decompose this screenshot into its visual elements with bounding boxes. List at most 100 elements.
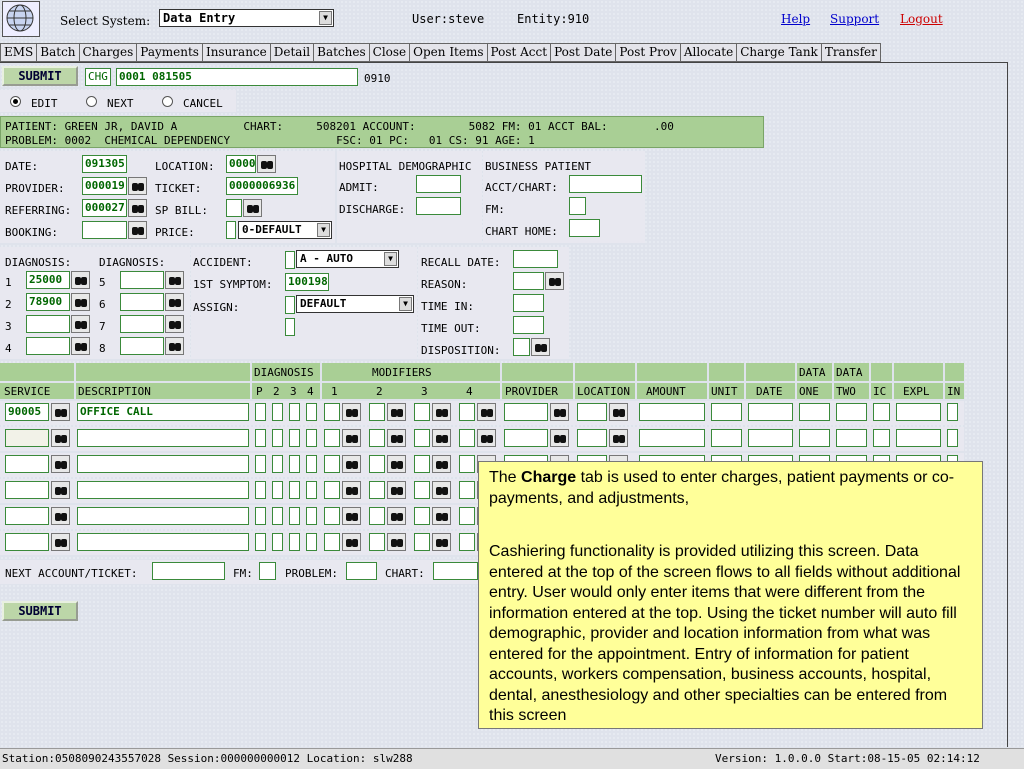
submit-button[interactable]: SUBMIT: [2, 66, 78, 86]
admit-input[interactable]: [416, 175, 461, 193]
modifier-input[interactable]: [324, 533, 340, 551]
diagnosis-pointer-input[interactable]: [255, 429, 266, 447]
location-lookup-icon[interactable]: [609, 429, 628, 447]
tab-open-items[interactable]: Open Items: [409, 43, 488, 62]
modifier-input[interactable]: [324, 481, 340, 499]
modifier-input[interactable]: [459, 481, 475, 499]
acct-chart-input[interactable]: [569, 175, 642, 193]
chevron-down-icon[interactable]: ▼: [384, 252, 397, 266]
provider-lookup-icon[interactable]: [128, 177, 147, 195]
next-radio[interactable]: [86, 96, 97, 107]
diagnosis-pointer-input[interactable]: [272, 481, 283, 499]
next-fm-input[interactable]: [259, 562, 276, 580]
sp-bill-input[interactable]: [226, 199, 242, 217]
description-input[interactable]: [77, 481, 249, 499]
modifier-input[interactable]: [369, 533, 385, 551]
time-out-input[interactable]: [513, 316, 544, 334]
ic-input[interactable]: [873, 403, 890, 421]
modifier-lookup-icon[interactable]: [342, 403, 361, 421]
description-input[interactable]: [77, 507, 249, 525]
diagnosis-pointer-input[interactable]: [255, 507, 266, 525]
modifier-input[interactable]: [414, 533, 430, 551]
chart-home-input[interactable]: [569, 219, 600, 237]
diagnosis-lookup-icon[interactable]: [165, 271, 184, 289]
diagnosis-input-8[interactable]: [120, 337, 164, 355]
modifier-lookup-icon[interactable]: [387, 533, 406, 551]
service-input[interactable]: [5, 533, 49, 551]
location-lookup-icon[interactable]: [609, 403, 628, 421]
provider-lookup-icon[interactable]: [550, 403, 569, 421]
modifier-lookup-icon[interactable]: [432, 481, 451, 499]
diagnosis-input-3[interactable]: [26, 315, 70, 333]
help-link[interactable]: Help: [781, 12, 810, 26]
in-input[interactable]: [947, 429, 958, 447]
business-fm-input[interactable]: [569, 197, 586, 215]
service-lookup-icon[interactable]: [51, 455, 70, 473]
next-problem-input[interactable]: [346, 562, 377, 580]
next-chart-input[interactable]: [433, 562, 478, 580]
modifier-input[interactable]: [369, 429, 385, 447]
modifier-input[interactable]: [414, 403, 430, 421]
assign-select[interactable]: DEFAULT ▼: [296, 295, 414, 313]
service-input[interactable]: [5, 507, 49, 525]
modifier-lookup-icon[interactable]: [342, 481, 361, 499]
edit-radio[interactable]: [10, 96, 21, 107]
modifier-input[interactable]: [414, 481, 430, 499]
tab-transfer[interactable]: Transfer: [820, 43, 881, 62]
diagnosis-pointer-input[interactable]: [306, 507, 317, 525]
batch-ticket-input[interactable]: 0001 081505: [116, 68, 358, 86]
expl-input[interactable]: [896, 403, 941, 421]
modifier-lookup-icon[interactable]: [387, 481, 406, 499]
description-input[interactable]: [77, 455, 249, 473]
modifier-input[interactable]: [324, 429, 340, 447]
chevron-down-icon[interactable]: ▼: [399, 297, 412, 311]
description-input[interactable]: OFFICE CALL: [77, 403, 249, 421]
data-two-input[interactable]: [836, 403, 867, 421]
tab-batch[interactable]: Batch: [36, 43, 80, 62]
booking-lookup-icon[interactable]: [128, 221, 147, 239]
expl-input[interactable]: [896, 429, 941, 447]
amount-input[interactable]: [639, 403, 705, 421]
diagnosis-pointer-input[interactable]: [289, 455, 300, 473]
date-input[interactable]: 091305: [82, 155, 127, 173]
diagnosis-input-2[interactable]: 78900: [26, 293, 70, 311]
chg-field[interactable]: CHG: [85, 68, 111, 86]
modifier-lookup-icon[interactable]: [342, 533, 361, 551]
diagnosis-pointer-input[interactable]: [272, 507, 283, 525]
modifier-input[interactable]: [459, 403, 475, 421]
referring-lookup-icon[interactable]: [128, 199, 147, 217]
modifier-lookup-icon[interactable]: [387, 507, 406, 525]
referring-input[interactable]: 000027: [82, 199, 127, 217]
service-lookup-icon[interactable]: [51, 481, 70, 499]
service-input[interactable]: [5, 429, 49, 447]
modifier-input[interactable]: [414, 507, 430, 525]
modifier-lookup-icon[interactable]: [432, 533, 451, 551]
diagnosis-lookup-icon[interactable]: [71, 315, 90, 333]
diagnosis-pointer-input[interactable]: [272, 455, 283, 473]
modifier-lookup-icon[interactable]: [342, 455, 361, 473]
tab-payments[interactable]: Payments: [136, 43, 203, 62]
provider-input[interactable]: 000019: [82, 177, 127, 195]
tab-post-date[interactable]: Post Date: [550, 43, 617, 62]
modifier-lookup-icon[interactable]: [432, 507, 451, 525]
chevron-down-icon[interactable]: ▼: [319, 11, 332, 25]
diagnosis-pointer-input[interactable]: [255, 481, 266, 499]
diagnosis-pointer-input[interactable]: [289, 533, 300, 551]
diagnosis-lookup-icon[interactable]: [165, 337, 184, 355]
description-input[interactable]: [77, 533, 249, 551]
ticket-input[interactable]: 0000006936: [226, 177, 298, 195]
diagnosis-input-6[interactable]: [120, 293, 164, 311]
diagnosis-input-1[interactable]: 25000: [26, 271, 70, 289]
diagnosis-input-5[interactable]: [120, 271, 164, 289]
diagnosis-pointer-input[interactable]: [255, 455, 266, 473]
modifier-input[interactable]: [459, 533, 475, 551]
in-input[interactable]: [947, 403, 958, 421]
price-code-input[interactable]: [226, 221, 236, 239]
assign-extra-input[interactable]: [285, 318, 295, 336]
provider-lookup-icon[interactable]: [550, 429, 569, 447]
tab-batches[interactable]: Batches: [313, 43, 370, 62]
provider-input[interactable]: [504, 429, 548, 447]
assign-code-input[interactable]: [285, 296, 295, 314]
tab-charges[interactable]: Charges: [78, 43, 138, 62]
modifier-lookup-icon[interactable]: [387, 403, 406, 421]
